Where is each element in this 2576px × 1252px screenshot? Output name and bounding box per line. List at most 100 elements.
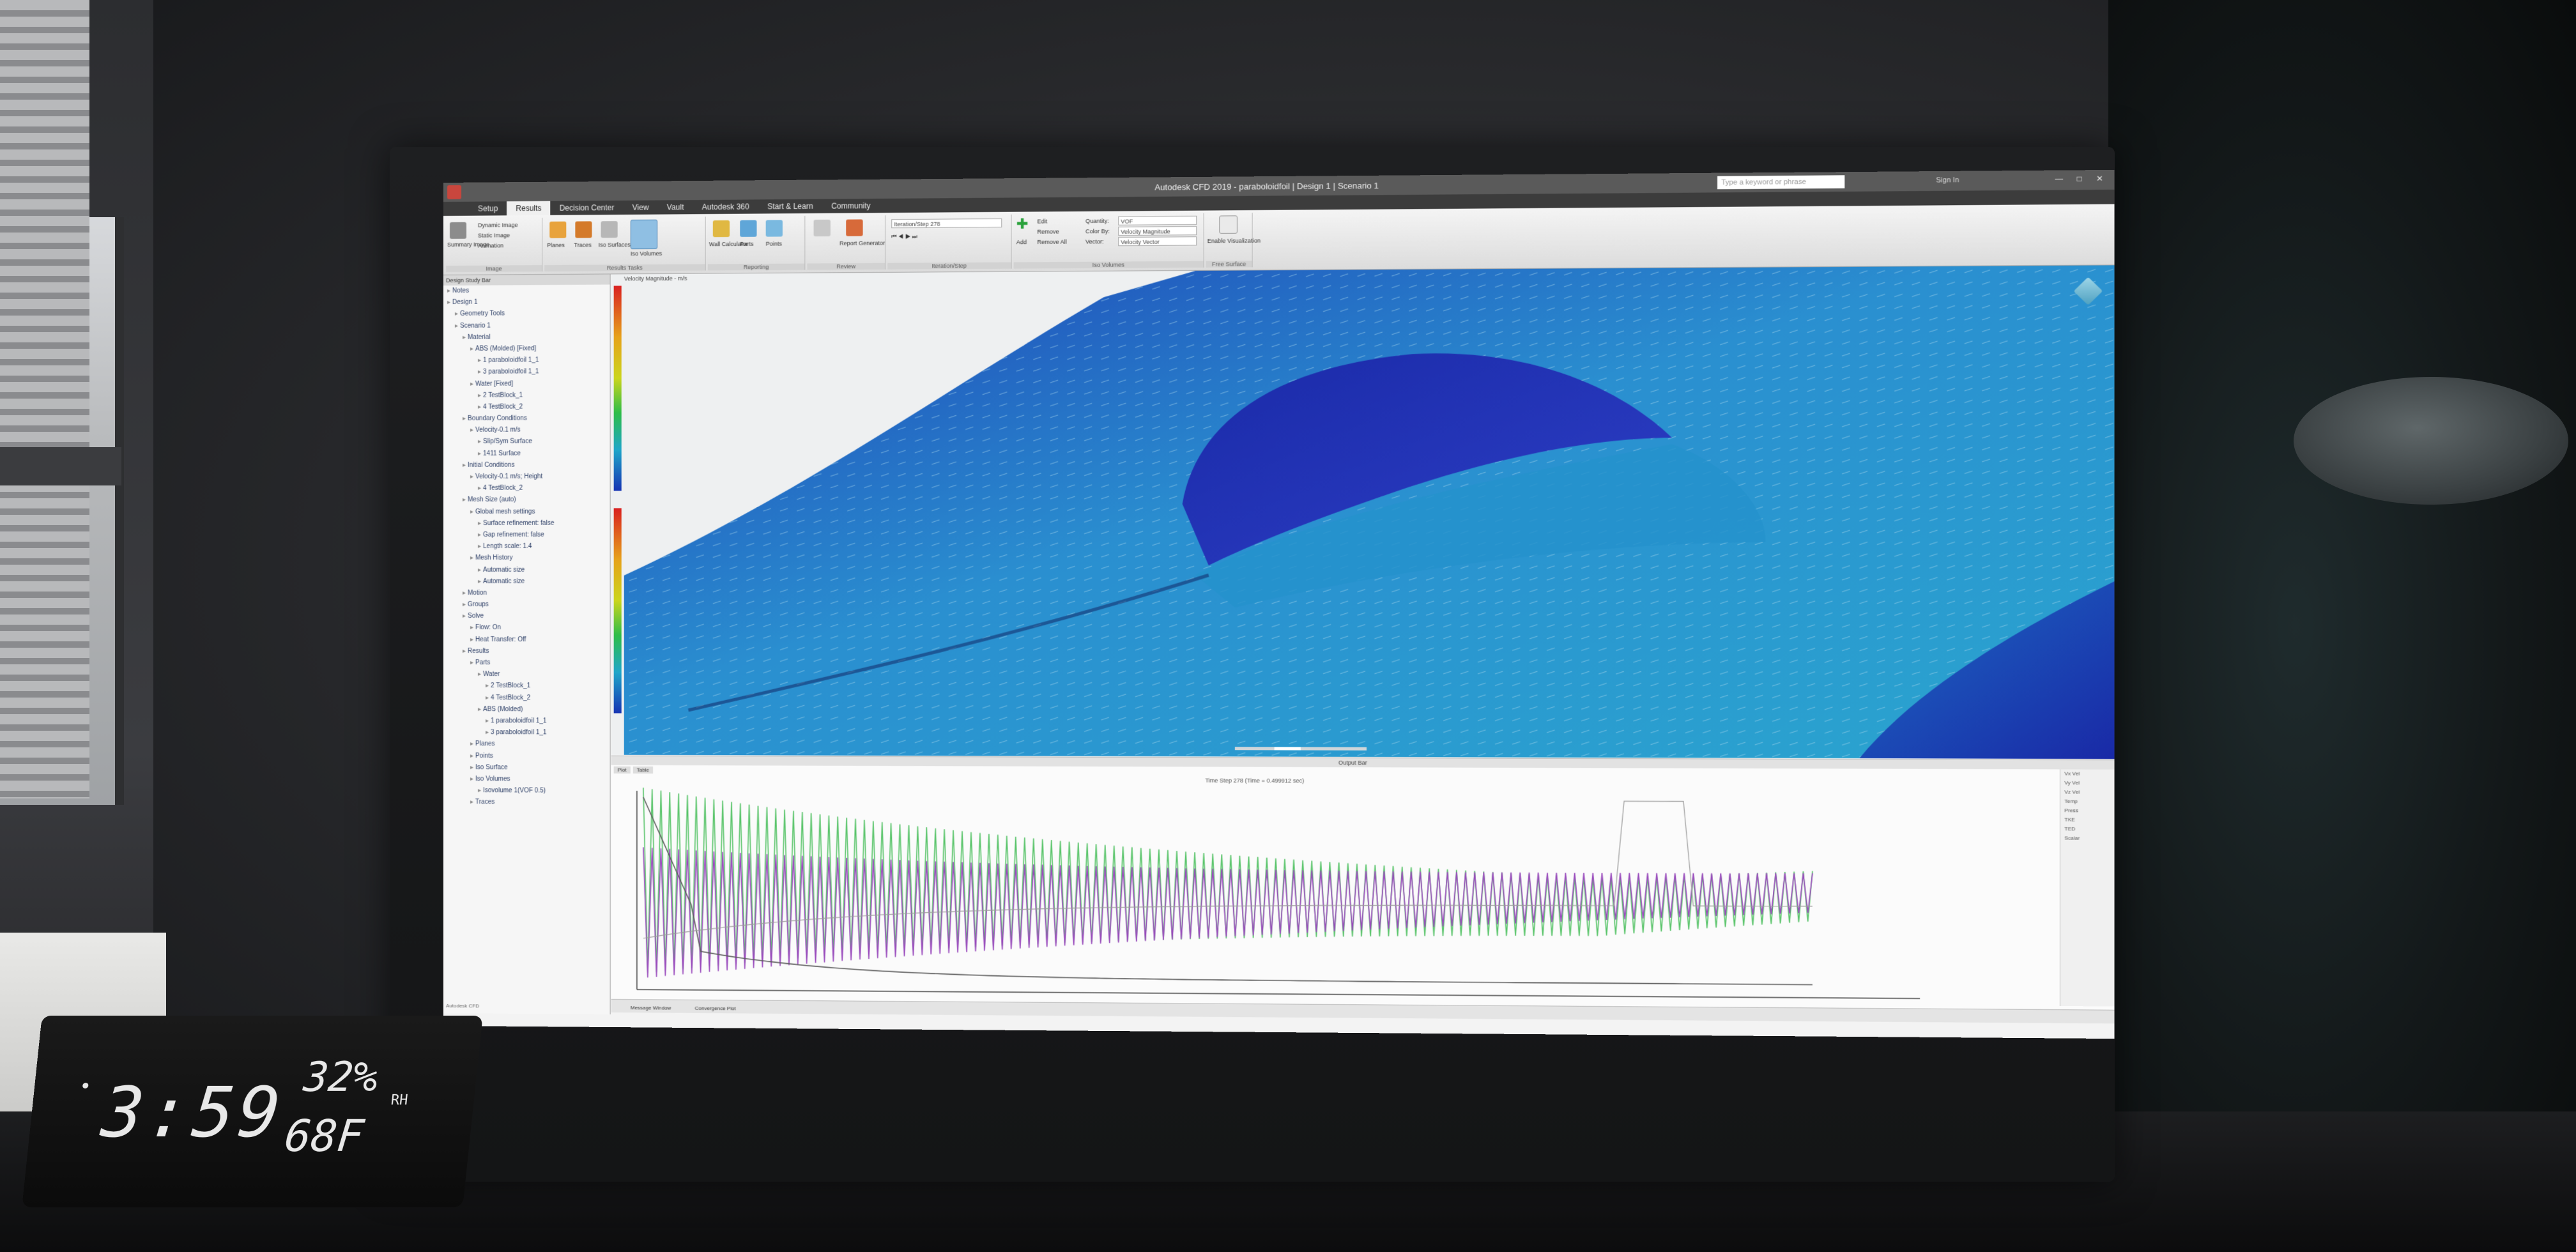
- tree-item[interactable]: ▸ Flow: On: [443, 622, 610, 634]
- wall-calculator-icon[interactable]: [712, 220, 730, 238]
- tree-expander-icon[interactable]: ▸: [478, 671, 481, 678]
- tree-expander-icon[interactable]: ▸: [486, 682, 489, 689]
- side-item[interactable]: Vy Vel: [2060, 779, 2115, 788]
- tree-item[interactable]: ▸ Points: [443, 751, 610, 763]
- tree-expander-icon[interactable]: ▸: [470, 554, 473, 561]
- sign-in-link[interactable]: Sign In: [1936, 176, 1959, 185]
- tree-expander-icon[interactable]: ▸: [486, 729, 489, 736]
- tab-decision-center[interactable]: Decision Center: [551, 201, 624, 215]
- tab-view[interactable]: View: [623, 201, 657, 215]
- tree-item[interactable]: ▸ Isovolume 1(VOF 0.5): [443, 785, 610, 797]
- side-item[interactable]: TED: [2060, 825, 2115, 834]
- tab-results[interactable]: Results: [507, 201, 551, 216]
- free-surface-icon[interactable]: [1219, 215, 1238, 234]
- side-item[interactable]: TKE: [2060, 815, 2115, 825]
- tree-expander-icon[interactable]: ▸: [478, 485, 481, 492]
- tree-item[interactable]: ▸ 1 paraboloidfoil 1_1: [443, 355, 610, 367]
- tree-expander-icon[interactable]: ▸: [478, 369, 481, 376]
- tree-item[interactable]: ▸ Motion: [443, 588, 610, 599]
- tree-item[interactable]: ▸ 1411 Surface: [443, 448, 610, 460]
- tree-item[interactable]: ▸ 1 paraboloidfoil 1_1: [443, 715, 610, 728]
- tab-convergence-plot[interactable]: Convergence Plot: [695, 1005, 736, 1012]
- tree-item[interactable]: ▸ Results: [443, 646, 610, 657]
- tree-item[interactable]: ▸ Parts: [443, 657, 610, 669]
- tree-item[interactable]: ▸ Surface refinement: false: [443, 517, 610, 530]
- tree-expander-icon[interactable]: ▸: [478, 404, 481, 411]
- vector-select[interactable]: Velocity Vector: [1118, 236, 1197, 247]
- side-item[interactable]: Vx Vel: [2060, 769, 2115, 779]
- slider-thumb[interactable]: [1274, 747, 1301, 751]
- tree-expander-icon[interactable]: ▸: [478, 357, 481, 364]
- tree-expander-icon[interactable]: ▸: [470, 740, 473, 747]
- tab-table[interactable]: Table: [632, 766, 653, 774]
- tree-expander-icon[interactable]: ▸: [478, 520, 481, 527]
- tab-autodesk-360[interactable]: Autodesk 360: [693, 199, 758, 214]
- tree-expander-icon[interactable]: ▸: [470, 636, 473, 643]
- tree-item[interactable]: ▸ Heat Transfer: Off: [443, 634, 610, 646]
- tree-item[interactable]: ▸ ABS (Molded): [443, 704, 610, 716]
- tree-expander-icon[interactable]: ▸: [478, 392, 481, 399]
- close-icon[interactable]: ✕: [2092, 174, 2108, 186]
- tree-item[interactable]: ▸ 4 TestBlock_2: [443, 692, 610, 705]
- add-label[interactable]: Add: [1016, 239, 1027, 245]
- quantity-select[interactable]: VOF: [1118, 215, 1197, 225]
- edit-button[interactable]: Edit: [1037, 218, 1047, 224]
- parts-icon[interactable]: [740, 220, 757, 237]
- tree-item[interactable]: ▸ Initial Conditions: [443, 459, 610, 471]
- animation-button[interactable]: Animation: [478, 242, 503, 248]
- tree-expander-icon[interactable]: ▸: [470, 508, 473, 515]
- tree-item[interactable]: ▸ Automatic size: [443, 564, 610, 576]
- tree-expander-icon[interactable]: ▸: [470, 473, 473, 480]
- tree-expander-icon[interactable]: ▸: [470, 624, 473, 631]
- maximize-icon[interactable]: □: [2071, 174, 2087, 186]
- tree-item[interactable]: ▸ Iso Volumes: [443, 774, 610, 786]
- tree-expander-icon[interactable]: ▸: [470, 346, 473, 353]
- tree-item[interactable]: ▸ Slip/Sym Surface: [443, 436, 610, 448]
- tree-item[interactable]: ▸ Water: [443, 669, 610, 681]
- tree-item[interactable]: ▸ Notes: [443, 284, 610, 297]
- tab-plot[interactable]: Plot: [613, 766, 631, 774]
- color-by-select[interactable]: Velocity Magnitude: [1118, 225, 1197, 236]
- tree-item[interactable]: ▸ Gap refinement: false: [443, 530, 610, 542]
- tree-expander-icon[interactable]: ▸: [478, 531, 481, 538]
- tree-expander-icon[interactable]: ▸: [470, 752, 473, 760]
- tree-item[interactable]: ▸ Mesh Size (auto): [443, 494, 610, 507]
- tree-expander-icon[interactable]: ▸: [470, 427, 473, 434]
- review-icon[interactable]: [813, 219, 831, 237]
- tree-expander-icon[interactable]: ▸: [486, 717, 489, 724]
- tree-item[interactable]: ▸ Groups: [443, 599, 610, 611]
- tree-expander-icon[interactable]: ▸: [455, 322, 458, 329]
- app-logo-icon[interactable]: [447, 185, 461, 199]
- tree-item[interactable]: ▸ Velocity-0.1 m/s; Height: [443, 471, 610, 483]
- tree-expander-icon[interactable]: ▸: [470, 659, 473, 666]
- remove-all-button[interactable]: Remove All: [1037, 239, 1067, 245]
- tree-expander-icon[interactable]: ▸: [470, 380, 473, 387]
- tree-expander-icon[interactable]: ▸: [463, 334, 466, 341]
- 3d-viewport[interactable]: Velocity Magnitude - m/s: [611, 265, 2115, 760]
- tree-item[interactable]: ▸ Traces: [443, 797, 610, 809]
- tree-item[interactable]: ▸ ABS (Molded) [Fixed]: [443, 343, 610, 355]
- tree-item[interactable]: ▸ 4 TestBlock_2: [443, 401, 610, 413]
- summary-image-icon[interactable]: [449, 222, 466, 239]
- side-item[interactable]: Vz Vel: [2060, 788, 2115, 797]
- tree-item[interactable]: ▸ Planes: [443, 738, 610, 751]
- iso-volumes-icon[interactable]: [630, 219, 658, 250]
- add-icon[interactable]: ✚: [1016, 216, 1029, 233]
- tree-item[interactable]: ▸ Design 1: [443, 296, 610, 309]
- tree-expander-icon[interactable]: ▸: [486, 694, 489, 701]
- tree-expander-icon[interactable]: ▸: [463, 496, 466, 503]
- tree-item[interactable]: ▸ Mesh History: [443, 553, 610, 564]
- tree-item[interactable]: ▸ 2 TestBlock_1: [443, 390, 610, 402]
- tree-expander-icon[interactable]: ▸: [447, 299, 450, 306]
- report-generator-icon[interactable]: [846, 219, 863, 236]
- tree-expander-icon[interactable]: ▸: [478, 566, 481, 573]
- tree-expander-icon[interactable]: ▸: [478, 578, 481, 585]
- tab-community[interactable]: Community: [822, 199, 880, 213]
- tree-expander-icon[interactable]: ▸: [478, 450, 481, 457]
- search-input[interactable]: Type a keyword or phrase: [1717, 175, 1845, 190]
- points-icon[interactable]: [765, 220, 783, 237]
- traces-icon[interactable]: [575, 221, 592, 238]
- tab-message-window[interactable]: Message Window: [631, 1005, 671, 1011]
- tree-expander-icon[interactable]: ▸: [478, 438, 481, 445]
- tree-expander-icon[interactable]: ▸: [463, 601, 466, 608]
